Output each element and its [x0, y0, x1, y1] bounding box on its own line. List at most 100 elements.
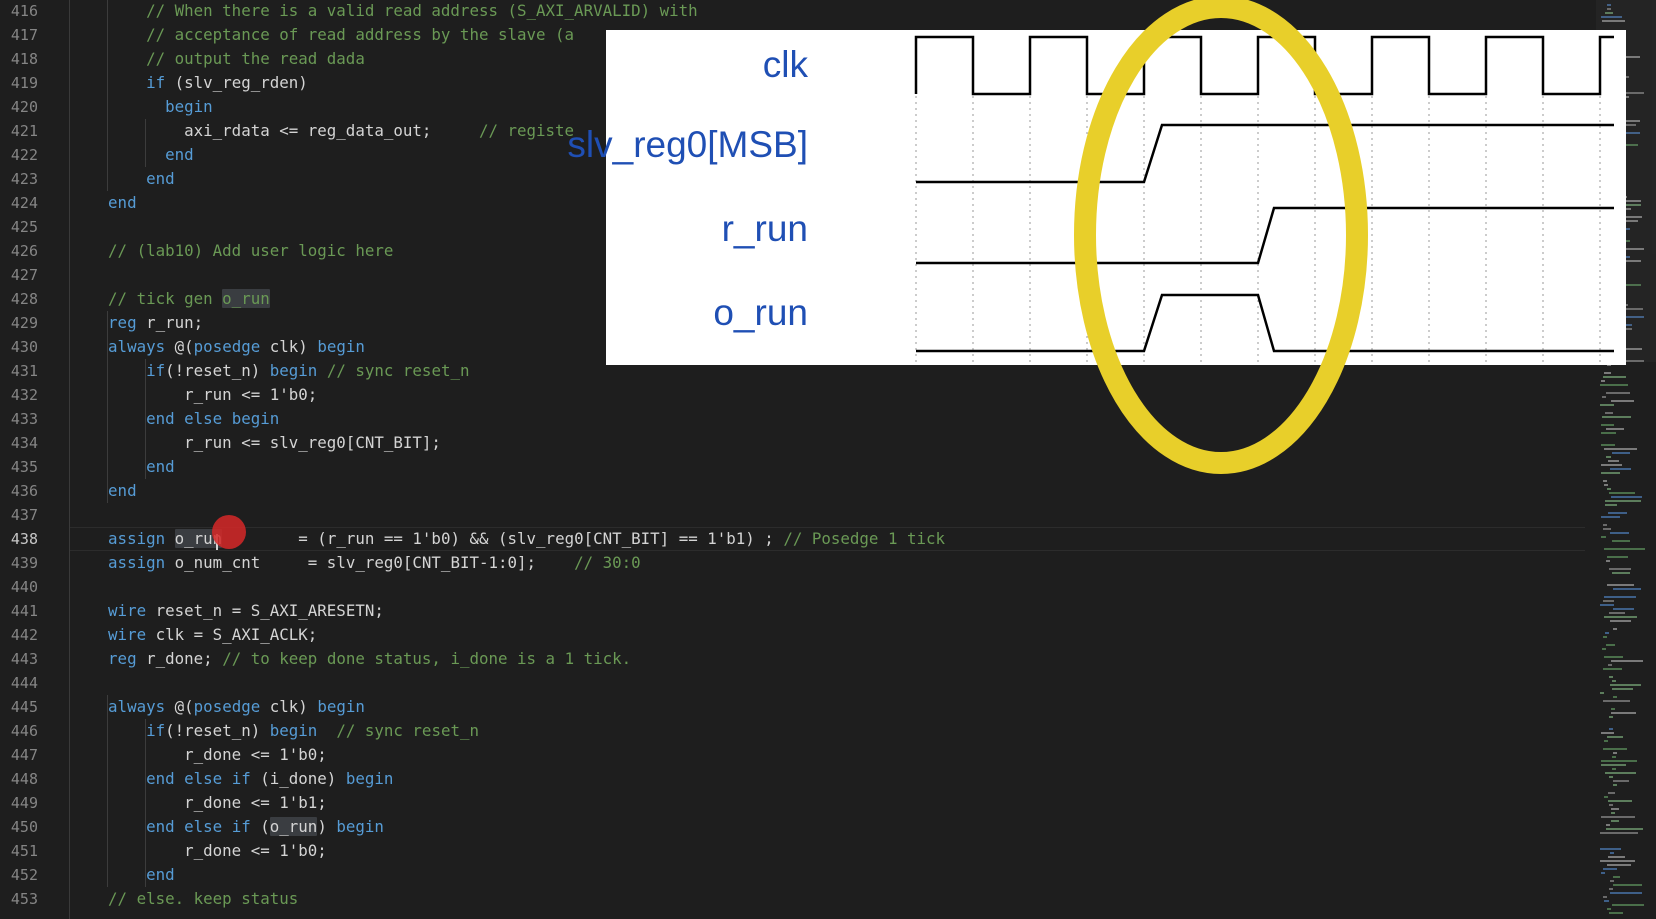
minimap-line: [1601, 444, 1615, 446]
highlighted-occurrence: o_run: [222, 289, 270, 308]
minimap-line: [1613, 784, 1617, 786]
minimap-line: [1611, 808, 1619, 810]
code-line[interactable]: always @(posedge clk) begin: [70, 335, 365, 359]
code-line[interactable]: end: [70, 143, 194, 167]
line-number: 425: [10, 218, 38, 236]
code-token: // Posedge 1 tick: [783, 529, 946, 548]
code-token: // else. keep status: [70, 889, 299, 908]
code-token: end: [165, 145, 194, 164]
line-number: 434: [10, 434, 38, 452]
code-line[interactable]: always @(posedge clk) begin: [70, 695, 365, 719]
code-line[interactable]: wire clk = S_AXI_ACLK;: [70, 623, 317, 647]
code-line[interactable]: begin: [70, 95, 213, 119]
minimap-line: [1601, 872, 1605, 874]
minimap-line: [1600, 692, 1604, 694]
minimap-line: [1613, 780, 1629, 782]
line-number: 447: [10, 746, 38, 764]
line-number: 448: [10, 770, 38, 788]
code-line[interactable]: if(!reset_n) begin // sync reset_n: [70, 719, 479, 743]
code-token: r_done <= 1'b1;: [70, 793, 327, 812]
minimap-line: [1604, 740, 1608, 742]
code-line[interactable]: // When there is a valid read address (S…: [70, 0, 698, 23]
line-number: 429: [10, 314, 38, 332]
code-line[interactable]: assign o_num_cnt = slv_reg0[CNT_BIT-1:0]…: [70, 551, 641, 575]
code-token: // registe: [478, 121, 575, 140]
minimap-line: [1602, 416, 1631, 418]
code-token: (: [250, 817, 270, 836]
code-token: begin: [336, 817, 384, 836]
indent-guide: [107, 311, 108, 503]
code-token: (!reset_n): [165, 721, 270, 740]
minimap-line: [1612, 572, 1630, 574]
minimap-line: [1611, 660, 1643, 662]
code-token: axi_rdata <= reg_data_out;: [70, 121, 479, 140]
minimap-line: [1613, 884, 1642, 886]
code-line[interactable]: r_done <= 1'b0;: [70, 743, 327, 767]
code-line[interactable]: end: [70, 191, 137, 215]
code-line[interactable]: end: [70, 167, 175, 191]
signal-label-r-run: r_run: [721, 208, 808, 249]
minimap-line: [1612, 904, 1644, 906]
minimap-line: [1600, 384, 1628, 386]
code-token: // tick gen: [70, 289, 223, 308]
code-line[interactable]: r_done <= 1'b0;: [70, 839, 327, 863]
code-line[interactable]: if(!reset_n) begin // sync reset_n: [70, 359, 469, 383]
code-token: clk): [260, 697, 318, 716]
minimap-line: [1601, 464, 1622, 466]
code-token: @(: [165, 337, 194, 356]
code-line[interactable]: end: [70, 479, 137, 503]
minimap-line: [1613, 608, 1634, 610]
code-line[interactable]: // tick gen o_run: [70, 287, 270, 311]
minimap-line: [1604, 616, 1637, 618]
code-token: r_done <= 1'b0;: [70, 841, 327, 860]
line-number: 450: [10, 818, 38, 836]
minimap-line: [1604, 484, 1608, 486]
code-token: r_done;: [136, 649, 223, 668]
indent-guide: [107, 0, 108, 191]
code-token: begin: [345, 769, 394, 788]
minimap-line: [1601, 764, 1626, 766]
line-number-gutter: 416 417 418 419 420 421 422 423 424 425 426 427 428 4…: [0, 0, 66, 919]
minimap-line: [1604, 900, 1609, 902]
code-line[interactable]: if (slv_reg_rden): [70, 71, 308, 95]
minimap-line: [1611, 712, 1636, 714]
minimap-line: [1608, 664, 1612, 666]
line-number: 427: [10, 266, 38, 284]
code-line[interactable]: r_run <= slv_reg0[CNT_BIT];: [70, 431, 441, 455]
minimap-line: [1601, 424, 1614, 426]
minimap-line: [1604, 372, 1611, 374]
code-line[interactable]: end: [70, 455, 175, 479]
slv-reg0-msb-waveform: [916, 123, 1614, 184]
code-token: end: [108, 193, 137, 212]
code-line[interactable]: end else if (i_done) begin: [70, 767, 393, 791]
code-line[interactable]: end else if (o_run) begin: [70, 815, 384, 839]
minimap-line: [1603, 636, 1607, 638]
code-line[interactable]: assign o_run = (r_run == 1'b0) && (slv_r…: [70, 527, 945, 551]
code-token: // to keep done status, i_done is a 1 ti…: [222, 649, 632, 668]
minimap-line: [1601, 380, 1605, 382]
minimap-line: [1611, 708, 1615, 710]
code-line[interactable]: // (lab10) Add user logic here: [70, 239, 393, 263]
code-line[interactable]: reg r_run;: [70, 311, 203, 335]
line-number: 416: [10, 2, 38, 20]
minimap-line: [1603, 376, 1626, 378]
code-line[interactable]: // acceptance of read address by the sla…: [70, 23, 574, 47]
code-token: r_done <= 1'b0;: [70, 745, 327, 764]
code-line[interactable]: reg r_done; // to keep done status, i_do…: [70, 647, 631, 671]
code-token: end else if: [146, 769, 251, 788]
code-line[interactable]: wire reset_n = S_AXI_ARESETN;: [70, 599, 384, 623]
code-line[interactable]: end: [70, 863, 175, 887]
minimap-line: [1603, 480, 1607, 482]
code-line[interactable]: end else begin: [70, 407, 279, 431]
line-number: 418: [10, 50, 38, 68]
code-line[interactable]: // output the read dada: [70, 47, 365, 71]
line-number: 451: [10, 842, 38, 860]
minimap-line: [1600, 860, 1635, 862]
code-line[interactable]: // else. keep status: [70, 887, 298, 911]
code-line[interactable]: r_done <= 1'b1;: [70, 791, 327, 815]
